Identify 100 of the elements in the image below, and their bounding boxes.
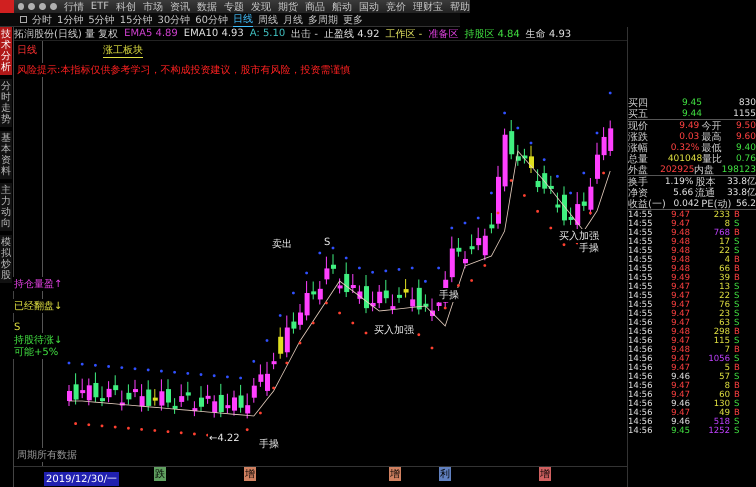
tick-volume: 518 <box>712 416 730 426</box>
signal-label: 买入加强 <box>373 323 415 337</box>
quote-value: 9.60 <box>736 132 756 142</box>
tick-volume: 17 <box>718 236 730 246</box>
tick-time: 14:56 <box>628 408 654 418</box>
tick-time: 14:56 <box>628 390 654 400</box>
tick-volume: 115 <box>712 336 730 346</box>
toolbar-circle-icon[interactable] <box>39 3 46 10</box>
signal-label: S <box>13 322 22 333</box>
indicator-value: 工作区 - <box>385 28 422 40</box>
side-tab[interactable]: 技术分析 <box>0 27 12 75</box>
quote-label: PE(动) <box>701 198 732 210</box>
tick-price: 9.47 <box>670 408 690 418</box>
quote-label: 最高 <box>701 130 722 143</box>
tick-time: 14:55 <box>628 218 654 228</box>
tick-side: S <box>734 300 740 310</box>
side-tab[interactable]: 模拟炒股 <box>0 235 12 283</box>
menu-item[interactable]: 国动 <box>358 0 379 14</box>
signal-label: 可能+5% <box>13 345 60 359</box>
menu-item[interactable]: 理财宝 <box>412 0 443 14</box>
menu-item[interactable]: 资讯 <box>170 0 190 14</box>
menu-item[interactable]: 帮助 <box>450 0 470 14</box>
menu-item[interactable]: ETF <box>90 1 109 12</box>
period-tab[interactable]: 周线 <box>258 12 278 26</box>
window-toggle-icon[interactable] <box>20 16 27 23</box>
period-tab[interactable]: 1分钟 <box>57 12 84 26</box>
tick-side: S <box>734 354 740 364</box>
side-tab[interactable]: 基本资料 <box>0 131 12 179</box>
tick-side: B <box>734 254 740 264</box>
period-tab[interactable]: 日线 <box>232 12 253 27</box>
quote-label: 外盘 <box>628 164 649 176</box>
toolbar-circle-icon[interactable] <box>50 3 57 10</box>
toolbar-circle-icon[interactable] <box>18 3 24 10</box>
quote-value: 202925 <box>660 164 692 174</box>
tick-time: 14:55 <box>628 228 654 238</box>
menu-item[interactable]: 竞价 <box>386 0 406 14</box>
menu-item[interactable]: 发现 <box>250 0 271 14</box>
tick-price: 9.47 <box>670 300 690 310</box>
signal-label: 卖出 <box>271 237 293 251</box>
quote-value: 0.03 <box>678 132 700 142</box>
toolbar-circle-icon[interactable] <box>28 3 36 10</box>
tick-volume: 13 <box>718 282 730 292</box>
indicator-value: 生命 4.93 <box>526 28 572 40</box>
quote-value: 5.66 <box>672 188 694 198</box>
tick-price: 9.47 <box>670 380 690 390</box>
menu-item[interactable]: 船动 <box>332 0 352 14</box>
quote-value: 9.49 <box>678 120 700 130</box>
side-tab[interactable]: 分时走势 <box>0 79 12 127</box>
tick-price: 9.47 <box>670 390 690 400</box>
signal-label: 手操 <box>578 241 600 255</box>
tick-volume: 7 <box>724 344 730 354</box>
tick-side: B <box>734 362 740 372</box>
tick-price: 9.47 <box>670 210 690 220</box>
tick-side: S <box>734 318 740 328</box>
period-tab[interactable]: 30分钟 <box>157 12 190 26</box>
tick-time: 14:55 <box>628 264 654 274</box>
tick-time: 14:56 <box>628 326 654 336</box>
period-tab[interactable]: 多周期 <box>308 12 338 26</box>
tick-volume: 66 <box>718 264 730 274</box>
period-tab[interactable]: 60分钟 <box>195 12 228 26</box>
quote-label: 总量 <box>628 152 649 165</box>
tick-volume: 60 <box>718 390 730 400</box>
period-tab[interactable]: 月线 <box>282 12 303 26</box>
quote-value: 9.40 <box>736 142 756 152</box>
menu-item[interactable]: 行情 <box>64 0 84 14</box>
period-tab[interactable]: 5分钟 <box>88 12 115 26</box>
indicator-value: 止盈线 4.92 <box>324 28 380 40</box>
period-tab[interactable]: 分时 <box>32 12 52 26</box>
tick-time: 14:55 <box>628 236 654 246</box>
event-tag: 增 <box>389 467 401 481</box>
quote-value: 33.8亿 <box>726 187 756 199</box>
quote-value: 1155 <box>732 108 756 118</box>
menu-item[interactable]: 市场 <box>142 0 163 14</box>
menu-item[interactable]: 专题 <box>224 0 244 14</box>
tick-side: B <box>734 408 740 418</box>
chart-title: 涨工板块 <box>103 43 143 58</box>
signal-label: 手操 <box>258 437 280 451</box>
menu-item[interactable]: 数据 <box>196 0 217 14</box>
menu-item[interactable]: 科创 <box>116 0 136 14</box>
tick-volume: 5 <box>724 362 730 372</box>
tick-side: S <box>734 282 740 292</box>
event-tag: 增 <box>244 467 256 481</box>
tick-price: 9.46 <box>670 398 690 408</box>
quote-label: 涨幅 <box>628 141 649 154</box>
tick-price: 9.48 <box>670 344 690 354</box>
tick-time: 14:56 <box>628 372 654 382</box>
menu-item[interactable]: 商品 <box>304 0 325 14</box>
tick-time: 14:55 <box>628 254 654 264</box>
period-tab[interactable]: 更多 <box>342 12 363 26</box>
tick-volume: 76 <box>718 300 730 310</box>
tick-volume: 768 <box>712 228 730 238</box>
side-tab[interactable]: 主力动向 <box>0 183 12 231</box>
tick-volume: 39 <box>718 272 730 282</box>
tick-price: 9.46 <box>670 416 690 426</box>
tick-side: S <box>734 308 740 318</box>
period-tab[interactable]: 15分钟 <box>120 12 152 26</box>
indicator-value: 持股区 4.84 <box>464 28 520 40</box>
tick-price: 9.47 <box>670 290 690 300</box>
quote-value: 0.76 <box>736 154 756 164</box>
menu-item[interactable]: 期货 <box>278 0 298 14</box>
